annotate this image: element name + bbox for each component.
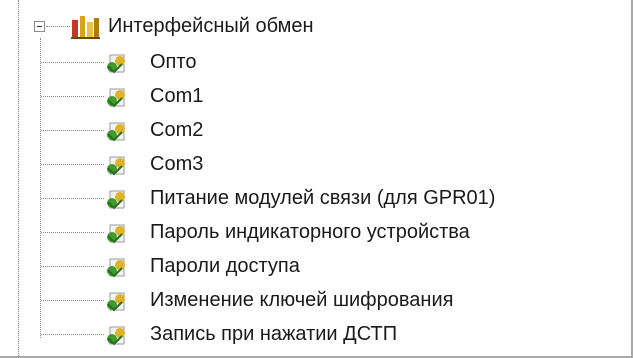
tree-connector-line (41, 62, 104, 63)
tree-item-indicator-password[interactable]: Пароль индикаторного устройства (0, 216, 631, 250)
parameter-leaf-icon (107, 54, 125, 74)
tree-connector-line (41, 266, 104, 267)
tree-item-label: Питание модулей связи (для GPR01) (150, 187, 496, 209)
parameter-leaf-icon (107, 156, 125, 176)
parameter-leaf-icon (107, 292, 125, 312)
parameter-leaf-icon (107, 224, 125, 244)
tree-item-encryption-keys[interactable]: Изменение ключей шифрования (0, 284, 631, 318)
tree-item-opto[interactable]: Опто (0, 46, 631, 80)
tree-connector-line (41, 198, 104, 199)
tree-item-label: Пароль индикаторного устройства (150, 221, 470, 243)
tree-connector-line (41, 130, 104, 131)
tree-item-com3[interactable]: Com3 (0, 148, 631, 182)
parameter-leaf-icon (107, 88, 125, 108)
tree-item-label: Com1 (150, 85, 204, 107)
tree-item-label: Изменение ключей шифрования (150, 289, 454, 311)
collapse-toggle[interactable] (34, 21, 45, 32)
tree-panel: Интерфейсный обмен Опто Com1 Com2 Com3 П… (0, 0, 633, 358)
tree-item-com1[interactable]: Com1 (0, 80, 631, 114)
tree-item-label: Com2 (150, 119, 204, 141)
tree-item-label: Com3 (150, 153, 204, 175)
tree-item-label: Пароли доступа (150, 255, 300, 277)
tree-connector-line (41, 334, 104, 335)
tree-connector-line (41, 232, 104, 233)
parameter-leaf-icon (107, 122, 125, 142)
tree-item-comm-module-power[interactable]: Питание модулей связи (для GPR01) (0, 182, 631, 216)
tree-connector-line (41, 164, 104, 165)
parameter-leaf-icon (107, 190, 125, 210)
tree-connector-line (41, 96, 104, 97)
tree-item-label: Запись при нажатии ДСТП (150, 323, 398, 345)
tree-item-label: Опто (150, 51, 197, 73)
minus-icon (37, 26, 42, 27)
tree-item-record-on-dstp[interactable]: Запись при нажатии ДСТП (0, 318, 631, 352)
tree-connector-line (41, 300, 104, 301)
tree-root-label[interactable]: Интерфейсный обмен (108, 13, 314, 39)
folder-tools-icon (71, 16, 100, 39)
parameter-tree: Интерфейсный обмен Опто Com1 Com2 Com3 П… (0, 0, 631, 358)
tree-item-com2[interactable]: Com2 (0, 114, 631, 148)
tree-item-access-passwords[interactable]: Пароли доступа (0, 250, 631, 284)
parameter-leaf-icon (107, 258, 125, 278)
tree-connector-line (46, 26, 70, 27)
parameter-leaf-icon (107, 326, 125, 346)
